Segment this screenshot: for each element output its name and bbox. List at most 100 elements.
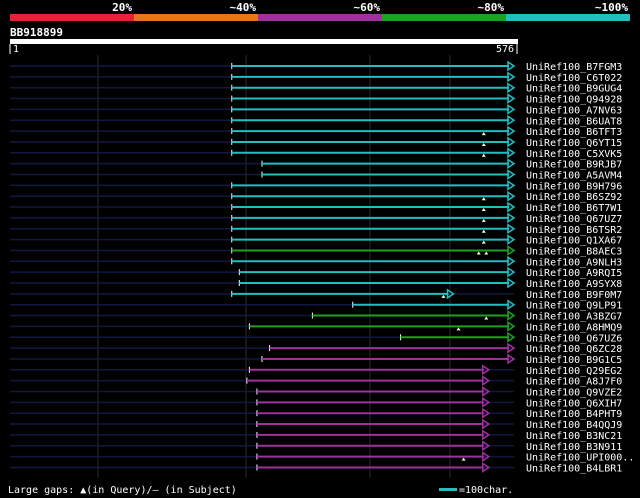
hit-row[interactable]: UniRef100_Q6YT15 — [10, 136, 622, 149]
legend: Large gaps: ▲(in Query)/— (in Subject) =… — [8, 485, 513, 496]
hit-row[interactable]: UniRef100_Q29EG2 — [10, 364, 622, 377]
hit-row[interactable]: UniRef100_B6T7W1 — [10, 201, 622, 214]
hit-row[interactable]: UniRef100_B6SZ92 — [10, 190, 622, 203]
query-gap-icon — [481, 240, 486, 244]
hit-id-link[interactable]: UniRef100_Q67UZ7 — [526, 214, 622, 225]
hit-row[interactable]: UniRef100_B6UAT8 — [10, 114, 622, 127]
hit-id-link[interactable]: UniRef100_B8AEC3 — [526, 246, 622, 257]
hit-id-link[interactable]: UniRef100_B6TFT3 — [526, 127, 622, 138]
hit-id-link[interactable]: UniRef100_B6TSR2 — [526, 225, 622, 236]
hit-id-link[interactable]: UniRef100_B9H796 — [526, 181, 622, 192]
hit-row[interactable]: UniRef100_B9G1C5 — [10, 353, 622, 366]
hit-id-link[interactable]: UniRef100_Q94928 — [526, 95, 622, 106]
hit-row[interactable]: UniRef100_A3BZG7 — [10, 310, 622, 323]
hit-id-link[interactable]: UniRef100_A8HMQ9 — [526, 322, 622, 333]
scale-label: 20% — [112, 1, 132, 14]
hit-row[interactable]: UniRef100_B7FGM3 — [10, 60, 622, 73]
hit-id-link[interactable]: UniRef100_A9RQI5 — [526, 268, 622, 279]
hit-id-link[interactable]: UniRef100_A7NV63 — [526, 105, 622, 116]
hit-id-link[interactable]: UniRef100_B6UAT8 — [526, 116, 622, 127]
hit-row[interactable]: UniRef100_Q9LP91 — [10, 299, 622, 312]
hit-id-link[interactable]: UniRef100_A9SYX8 — [526, 279, 622, 290]
hit-id-link[interactable]: UniRef100_Q6ZC28 — [526, 344, 622, 355]
hit-row[interactable]: UniRef100_B9RJB7 — [10, 158, 622, 171]
hit-row[interactable]: UniRef100_B9H796 — [10, 179, 622, 192]
hit-row[interactable]: UniRef100_Q94928 — [10, 93, 622, 106]
query-gap-icon — [484, 316, 489, 320]
hit-id-link[interactable]: UniRef100_Q6YT15 — [526, 138, 622, 149]
query-gap-icon — [481, 132, 486, 136]
hit-id-link[interactable]: UniRef100_UPI000.. — [526, 453, 634, 464]
hit-row[interactable]: UniRef100_B4PHT9 — [10, 407, 622, 420]
scale-label: ~100% — [595, 1, 628, 14]
alignment-overview: 20% ~40% ~60% ~80% ~100% BB918899 1 576 UniR… — [8, 1, 634, 496]
scale-label: ~60% — [354, 1, 381, 14]
hit-row[interactable]: UniRef100_C6T022 — [10, 71, 622, 84]
hit-row[interactable]: UniRef100_B3NC21 — [10, 429, 622, 442]
hit-row[interactable]: UniRef100_B4QQJ9 — [10, 418, 622, 431]
hit-row[interactable]: UniRef100_UPI000.. — [10, 451, 634, 464]
hit-id-link[interactable]: UniRef100_C6T022 — [526, 73, 622, 84]
hit-row[interactable]: UniRef100_C5XVK5 — [10, 147, 622, 160]
scale-segment — [134, 14, 258, 21]
hit-row[interactable]: UniRef100_A8J7F0 — [10, 375, 622, 388]
hit-id-link[interactable]: UniRef100_Q9VZE2 — [526, 388, 622, 399]
hit-id-link[interactable]: UniRef100_Q6XIH7 — [526, 398, 622, 409]
hit-row[interactable]: UniRef100_B4LBR1 — [10, 462, 622, 474]
hit-row[interactable]: UniRef100_B6TFT3 — [10, 125, 622, 138]
hit-row[interactable]: UniRef100_B6TSR2 — [10, 223, 622, 236]
hit-id-link[interactable]: UniRef100_B6SZ92 — [526, 192, 622, 203]
hit-id-link[interactable]: UniRef100_Q9LP91 — [526, 301, 622, 312]
identity-color-scale: 20% ~40% ~60% ~80% ~100% — [10, 1, 630, 21]
hit-id-link[interactable]: UniRef100_Q67UZ6 — [526, 333, 622, 344]
hit-row[interactable]: UniRef100_A7NV63 — [10, 103, 622, 116]
hit-row[interactable]: UniRef100_Q67UZ6 — [10, 331, 622, 344]
hit-row[interactable]: UniRef100_A9NLH3 — [10, 255, 622, 268]
query-start-label: 1 — [13, 44, 19, 55]
hit-row[interactable]: UniRef100_B9GUG4 — [10, 82, 622, 95]
query-gap-icon — [481, 229, 486, 233]
query-bar — [10, 39, 518, 44]
hit-row[interactable]: UniRef100_Q6ZC28 — [10, 342, 622, 355]
scale-bar-text: =100char. — [459, 485, 513, 496]
hit-id-link[interactable]: UniRef100_B9G1C5 — [526, 355, 622, 366]
hit-row[interactable]: UniRef100_B3N911 — [10, 440, 622, 453]
hit-id-link[interactable]: UniRef100_B4PHT9 — [526, 409, 622, 420]
hit-id-link[interactable]: UniRef100_B9RJB7 — [526, 160, 622, 171]
hit-row[interactable]: UniRef100_A5AVM4 — [10, 169, 622, 182]
hit-id-link[interactable]: UniRef100_A8J7F0 — [526, 377, 622, 388]
hit-id-link[interactable]: UniRef100_A3BZG7 — [526, 312, 622, 323]
hit-row[interactable]: UniRef100_A9RQI5 — [10, 266, 622, 279]
hit-row[interactable]: UniRef100_Q67UZ7 — [10, 212, 622, 225]
hit-id-link[interactable]: UniRef100_Q29EG2 — [526, 366, 622, 377]
hit-row[interactable]: UniRef100_B9F0M7 — [10, 288, 622, 301]
gaps-legend-text: Large gaps: ▲(in Query)/— (in Subject) — [8, 485, 237, 496]
scale-segment — [506, 14, 630, 21]
hit-row[interactable]: UniRef100_Q1XA67 — [10, 234, 622, 247]
hit-row[interactable]: UniRef100_A8HMQ9 — [10, 320, 622, 333]
hit-id-link[interactable]: UniRef100_B7FGM3 — [526, 62, 622, 73]
hit-id-link[interactable]: UniRef100_B9F0M7 — [526, 290, 622, 301]
hit-id-link[interactable]: UniRef100_B3N911 — [526, 442, 622, 453]
hit-row[interactable]: UniRef100_B8AEC3 — [10, 245, 622, 257]
hit-id-link[interactable]: UniRef100_B3NC21 — [526, 431, 622, 442]
hit-id-link[interactable]: UniRef100_Q1XA67 — [526, 236, 622, 247]
hit-row[interactable]: UniRef100_A9SYX8 — [10, 277, 622, 290]
scale-label: ~40% — [230, 1, 257, 14]
hit-row[interactable]: UniRef100_Q6XIH7 — [10, 396, 622, 409]
scale-segment — [258, 14, 382, 21]
query-gap-icon — [481, 218, 486, 222]
hit-id-link[interactable]: UniRef100_B4QQJ9 — [526, 420, 622, 431]
hit-id-link[interactable]: UniRef100_A5AVM4 — [526, 171, 622, 182]
hit-id-link[interactable]: UniRef100_C5XVK5 — [526, 149, 622, 160]
hit-id-link[interactable]: UniRef100_B4LBR1 — [526, 463, 622, 474]
query-gap-icon — [441, 294, 446, 298]
query-ruler: 1 576 — [9, 39, 518, 55]
query-gap-icon — [481, 153, 486, 157]
hit-id-link[interactable]: UniRef100_B6T7W1 — [526, 203, 622, 214]
hit-row[interactable]: UniRef100_Q9VZE2 — [10, 386, 622, 399]
hit-id-link[interactable]: UniRef100_B9GUG4 — [526, 84, 622, 95]
hit-list: UniRef100_B7FGM3UniRef100_C6T022UniRef10… — [10, 60, 634, 474]
query-gap-icon — [461, 457, 466, 461]
hit-id-link[interactable]: UniRef100_A9NLH3 — [526, 257, 622, 268]
